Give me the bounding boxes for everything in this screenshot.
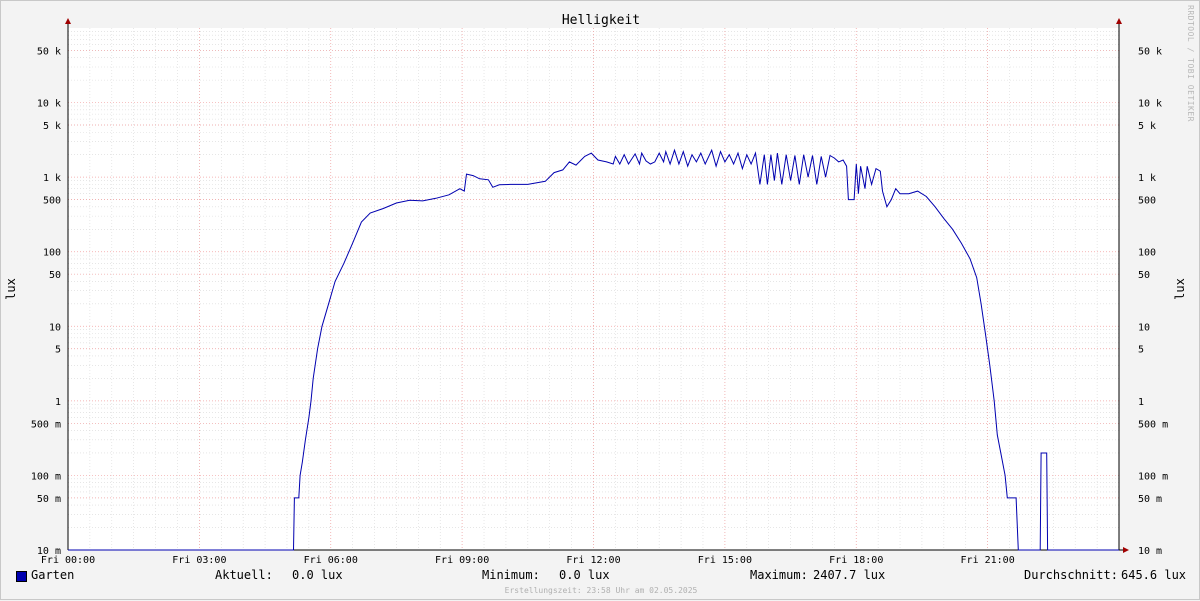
- y-tick-label-right: 500: [1138, 196, 1156, 207]
- y-tick-label-right: 10: [1138, 322, 1150, 333]
- y-tick-label-left: 10 k: [37, 99, 61, 110]
- y-tick-label-right: 1: [1138, 397, 1144, 408]
- x-tick-label: Fri 21:00: [961, 555, 1015, 566]
- y-tick-label-left: 1 k: [43, 173, 61, 184]
- y-tick-label-left: 5: [55, 345, 61, 356]
- y-tick-label-right: 50 k: [1138, 46, 1162, 57]
- y-tick-label-left: 50 m: [37, 494, 61, 505]
- x-tick-label: Fri 03:00: [172, 555, 226, 566]
- x-tick-label: Fri 18:00: [829, 555, 883, 566]
- legend-maximum-value: 2407.7 lux: [813, 568, 886, 582]
- y-tick-label-right: 1 k: [1138, 173, 1156, 184]
- y-tick-label-left: 100 m: [31, 471, 61, 482]
- y-tick-label-right: 5 k: [1138, 121, 1156, 132]
- y-tick-label-left: 500: [43, 196, 61, 207]
- x-tick-label: Fri 09:00: [435, 555, 489, 566]
- y-tick-label-left: 1: [55, 397, 61, 408]
- y-axis-left-arrow: [65, 18, 71, 24]
- legend-series-name: Garten: [31, 568, 75, 582]
- y-tick-label-left: 50 k: [37, 46, 61, 57]
- y-axis-right-arrow: [1116, 18, 1122, 24]
- chart-title: Helligkeit: [562, 13, 640, 28]
- footer-timestamp: Erstellungszeit: 23:58 Uhr am 02.05.2025: [504, 586, 698, 595]
- legend-swatch-garten: [16, 571, 27, 582]
- y-tick-label-left: 10: [49, 322, 61, 333]
- x-tick-label: Fri 12:00: [566, 555, 620, 566]
- y-tick-label-right: 500 m: [1138, 419, 1168, 430]
- chart-svg: 10 m 50 m 100 m 500 m 1 5 10 50 100 500 1 k 5 k 10 k…: [4, 13, 1187, 566]
- y-tick-label-right: 10 k: [1138, 99, 1162, 110]
- y-tick-label-right: 50: [1138, 270, 1150, 281]
- y-tick-label-right: 10 m: [1138, 546, 1162, 557]
- x-tick-label: Fri 00:00: [41, 555, 95, 566]
- legend-maximum-label: Maximum:: [750, 568, 808, 582]
- legend-minimum-value: 0.0 lux: [559, 568, 610, 582]
- y-tick-label-right: 50 m: [1138, 494, 1162, 505]
- legend-minimum-label: Minimum:: [482, 568, 540, 582]
- y-tick-label-left: 50: [49, 270, 61, 281]
- y-tick-label-left: 5 k: [43, 121, 61, 132]
- x-tick-label: Fri 15:00: [698, 555, 752, 566]
- y-tick-label-left: 100: [43, 248, 61, 259]
- legend-aktuell-value: 0.0 lux: [292, 568, 343, 582]
- legend-aktuell-label: Aktuell:: [215, 568, 273, 582]
- ylabel-left: lux: [4, 278, 18, 300]
- y-tick-label-right: 100: [1138, 248, 1156, 259]
- y-tick-label-right: 5: [1138, 345, 1144, 356]
- watermark: RRDTOOL / TOBI OETIKER: [1186, 5, 1195, 122]
- y-tick-label-right: 100 m: [1138, 471, 1168, 482]
- x-tick-label: Fri 06:00: [304, 555, 358, 566]
- y-tick-label-left: 500 m: [31, 419, 61, 430]
- chart-frame: 10 m 50 m 100 m 500 m 1 5 10 50 100 500 1 k 5 k 10 k…: [0, 0, 1200, 600]
- legend-avg-value: 645.6 lux: [1121, 568, 1187, 582]
- legend-avg-label: Durchschnitt:: [1024, 568, 1118, 582]
- x-axis-arrow: [1123, 547, 1129, 553]
- ylabel-right: lux: [1173, 278, 1187, 300]
